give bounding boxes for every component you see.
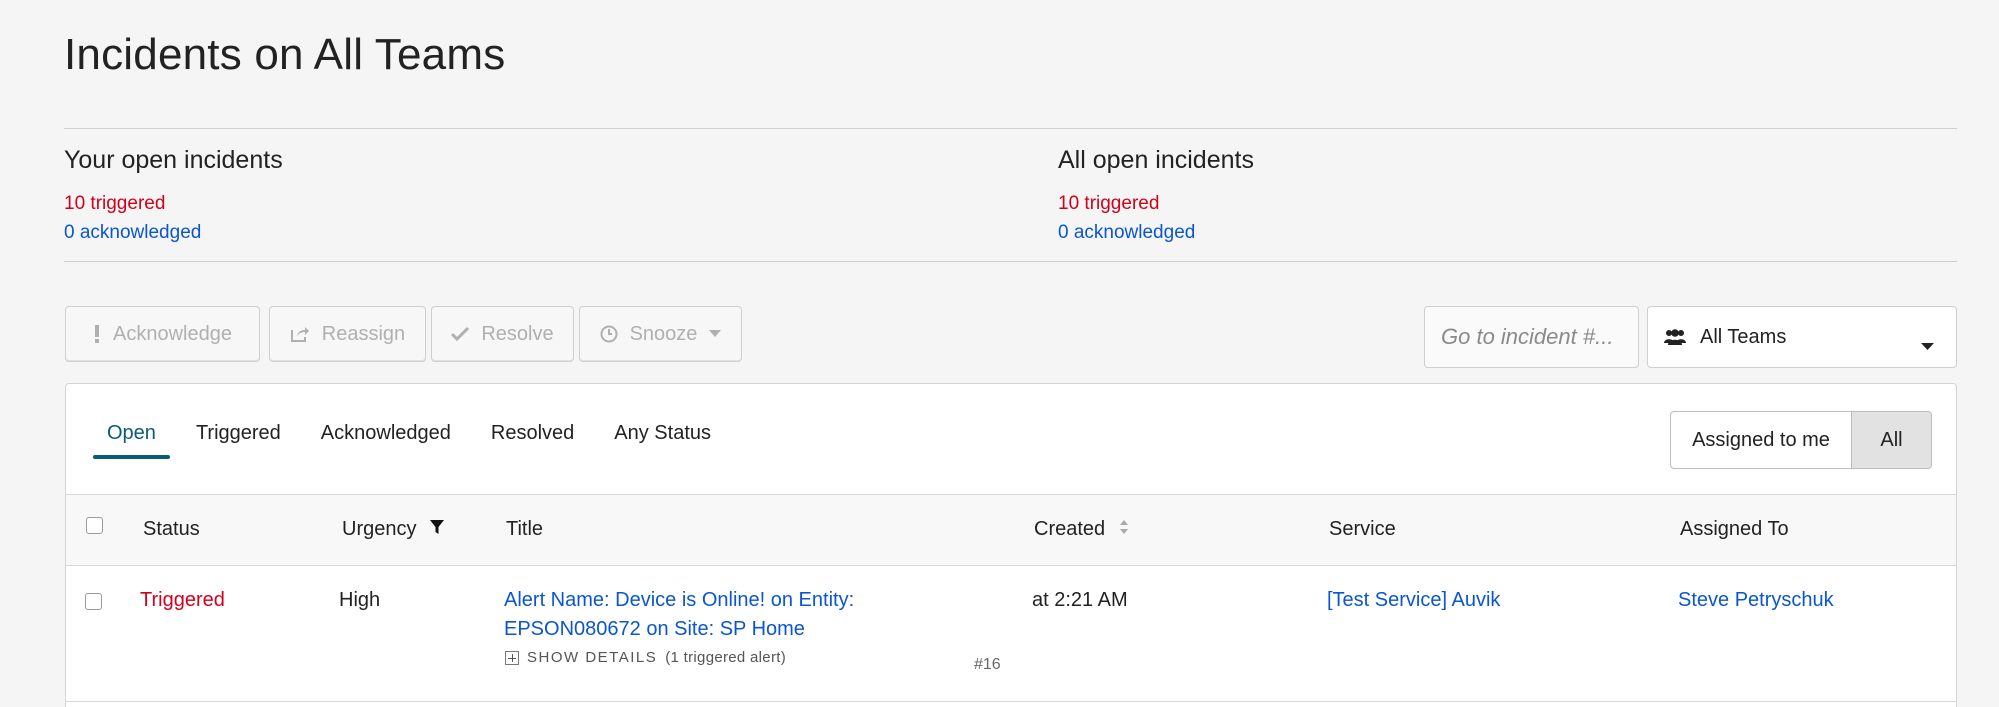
tab-open[interactable]: Open bbox=[93, 422, 170, 459]
row-checkbox[interactable] bbox=[85, 593, 102, 610]
acknowledge-button[interactable]: Acknowledge bbox=[65, 306, 260, 362]
reassign-label: Reassign bbox=[321, 322, 406, 345]
all-triggered-link[interactable]: 10 triggered bbox=[1058, 189, 1254, 218]
reassign-button[interactable]: Reassign bbox=[269, 306, 426, 362]
show-details-toggle[interactable]: SHOW DETAILS (1 triggered alert) bbox=[505, 649, 786, 666]
incident-title-link[interactable]: Alert Name: Device is Online! on Entity:… bbox=[504, 586, 854, 644]
all-open-incidents-heading: All open incidents bbox=[1058, 146, 1254, 174]
incident-created: at 2:21 AM bbox=[1032, 589, 1128, 611]
urgency-column-header[interactable]: Urgency bbox=[342, 518, 445, 541]
incident-number: #16 bbox=[974, 656, 1001, 673]
resolve-button[interactable]: Resolve bbox=[431, 306, 574, 362]
sort-icon[interactable] bbox=[1119, 518, 1129, 541]
assignment-toggle: Assigned to me All bbox=[1670, 411, 1932, 469]
resolve-label: Resolve bbox=[481, 322, 554, 345]
status-tabs: Open Triggered Acknowledged Resolved Any… bbox=[93, 422, 737, 459]
share-icon bbox=[290, 325, 310, 343]
your-triggered-link[interactable]: 10 triggered bbox=[64, 189, 283, 218]
title-column-header: Title bbox=[506, 518, 544, 540]
incident-service-link[interactable]: [Test Service] Auvik bbox=[1327, 586, 1500, 615]
tab-resolved[interactable]: Resolved bbox=[477, 422, 588, 457]
checkmark-icon bbox=[451, 326, 470, 342]
acknowledge-label: Acknowledge bbox=[113, 322, 232, 345]
divider bbox=[64, 261, 1957, 262]
all-assignments-button[interactable]: All bbox=[1852, 411, 1932, 469]
status-column-header[interactable]: Status bbox=[143, 518, 200, 541]
exclamation-icon bbox=[93, 324, 101, 344]
go-to-incident-input[interactable]: Go to incident #... bbox=[1424, 306, 1639, 368]
created-column-header[interactable]: Created bbox=[1034, 518, 1129, 541]
teams-selected-label: All Teams bbox=[1700, 325, 1787, 348]
table-header: Status Urgency Title Created Service Ass… bbox=[66, 494, 1956, 566]
assigned-to-me-button[interactable]: Assigned to me bbox=[1670, 411, 1852, 469]
all-open-incidents: All open incidents 10 triggered 0 acknow… bbox=[1058, 146, 1254, 247]
your-acknowledged-link[interactable]: 0 acknowledged bbox=[64, 218, 283, 247]
page-title: Incidents on All Teams bbox=[64, 30, 506, 79]
assigned-to-column-header: Assigned To bbox=[1680, 518, 1789, 540]
snooze-dropdown-button[interactable]: Snooze bbox=[579, 306, 742, 362]
divider bbox=[64, 128, 1957, 129]
plus-square-icon bbox=[505, 650, 519, 665]
incidents-panel: Open Triggered Acknowledged Resolved Any… bbox=[65, 383, 1957, 707]
incident-assignee-link[interactable]: Steve Petryschuk bbox=[1678, 586, 1834, 615]
select-all-checkbox[interactable] bbox=[86, 517, 103, 534]
incident-status: Triggered bbox=[140, 589, 225, 611]
service-column-header: Service bbox=[1329, 518, 1396, 540]
teams-select[interactable]: All Teams bbox=[1647, 306, 1957, 368]
users-icon bbox=[1664, 328, 1686, 346]
your-open-incidents-heading: Your open incidents bbox=[64, 146, 283, 174]
filter-icon[interactable] bbox=[430, 518, 445, 541]
tab-triggered[interactable]: Triggered bbox=[182, 422, 295, 457]
all-acknowledged-link[interactable]: 0 acknowledged bbox=[1058, 218, 1254, 247]
table-row: Triggered High Alert Name: Device is Onl… bbox=[66, 566, 1956, 702]
tab-acknowledged[interactable]: Acknowledged bbox=[307, 422, 465, 457]
caret-down-icon bbox=[709, 330, 722, 338]
caret-down-icon bbox=[1921, 334, 1934, 357]
tab-any-status[interactable]: Any Status bbox=[600, 422, 725, 457]
incident-urgency: High bbox=[339, 589, 381, 611]
clock-icon bbox=[600, 325, 618, 343]
snooze-label: Snooze bbox=[629, 322, 698, 345]
your-open-incidents: Your open incidents 10 triggered 0 ackno… bbox=[64, 146, 283, 247]
